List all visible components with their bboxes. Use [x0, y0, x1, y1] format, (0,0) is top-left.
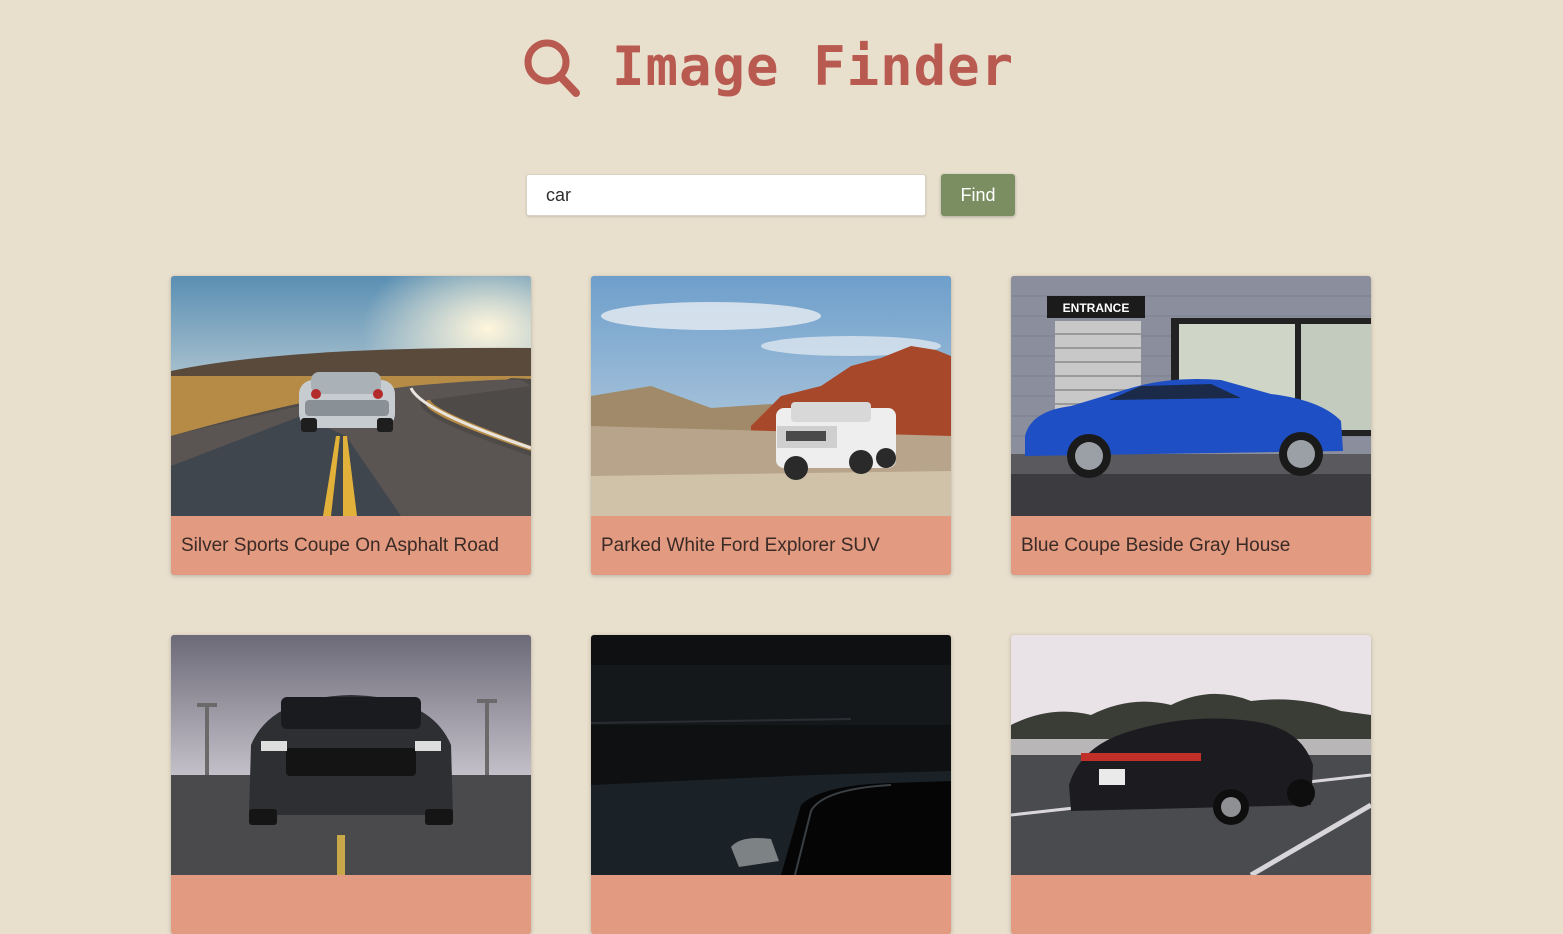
result-card-6[interactable] — [1011, 635, 1371, 934]
app-header: Image Finder — [0, 30, 1563, 110]
result-caption — [591, 875, 951, 934]
result-card-4[interactable] — [171, 635, 531, 934]
result-card-5[interactable] — [591, 635, 951, 934]
result-card-1[interactable]: Silver Sports Coupe On Asphalt Road — [171, 276, 531, 575]
search-input[interactable] — [526, 174, 926, 216]
result-image-blue-coupe[interactable]: ENTRANCE — [1011, 276, 1371, 516]
entrance-sign: ENTRANCE — [1063, 301, 1130, 315]
result-caption: Blue Coupe Beside Gray House — [1021, 534, 1291, 556]
result-caption — [171, 875, 531, 934]
result-caption: Parked White Ford Explorer SUV — [601, 534, 880, 556]
result-image-dark-car-detail[interactable] — [591, 635, 951, 875]
app-title: Image Finder — [612, 35, 1015, 98]
result-card-3[interactable]: ENTRANCE Blue Coupe Beside Gray House — [1011, 276, 1371, 575]
result-image-white-ford-explorer[interactable] — [591, 276, 951, 516]
result-card-2[interactable]: Parked White Ford Explorer SUV — [591, 276, 951, 575]
result-image-silver-sports-coupe[interactable] — [171, 276, 531, 516]
magnifier-icon — [524, 39, 580, 97]
result-caption: Silver Sports Coupe On Asphalt Road — [181, 534, 499, 556]
result-image-black-mustang[interactable] — [171, 635, 531, 875]
find-button[interactable]: Find — [941, 174, 1015, 216]
result-caption — [1011, 875, 1371, 934]
result-image-black-porsche[interactable] — [1011, 635, 1371, 875]
